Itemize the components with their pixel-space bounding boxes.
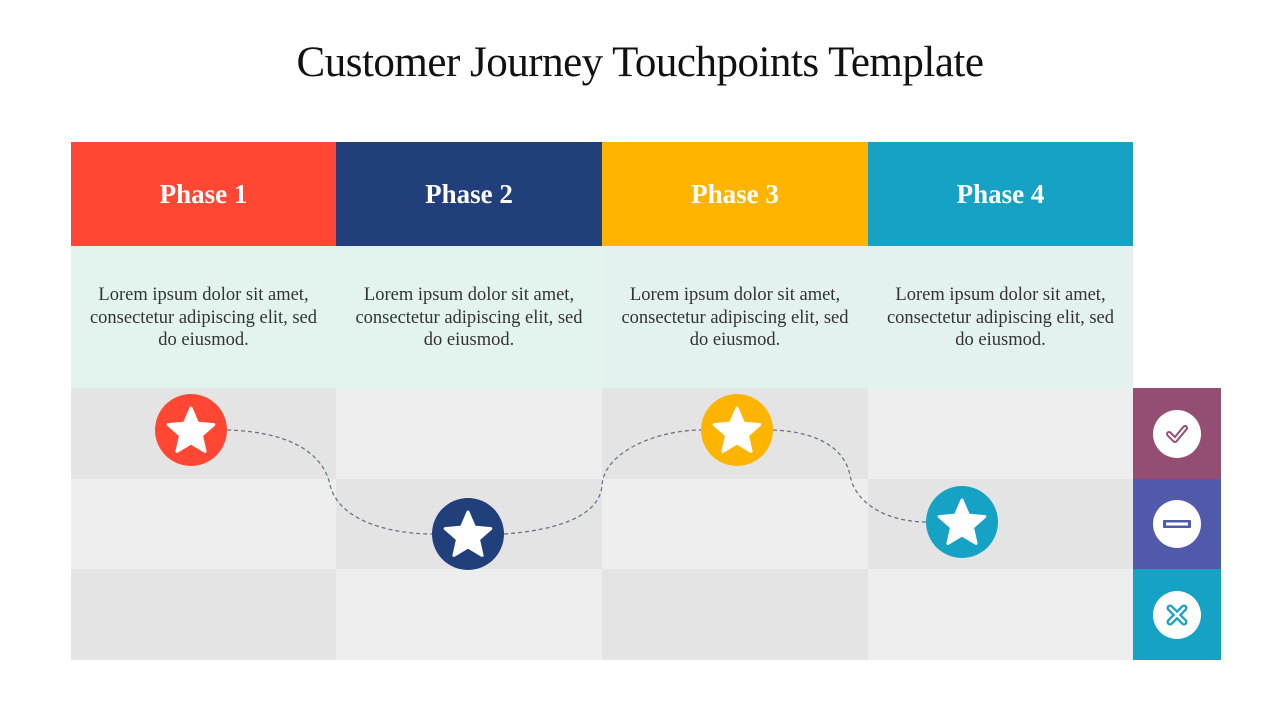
journey-path [226, 429, 927, 535]
journey-overlay [155, 394, 998, 570]
